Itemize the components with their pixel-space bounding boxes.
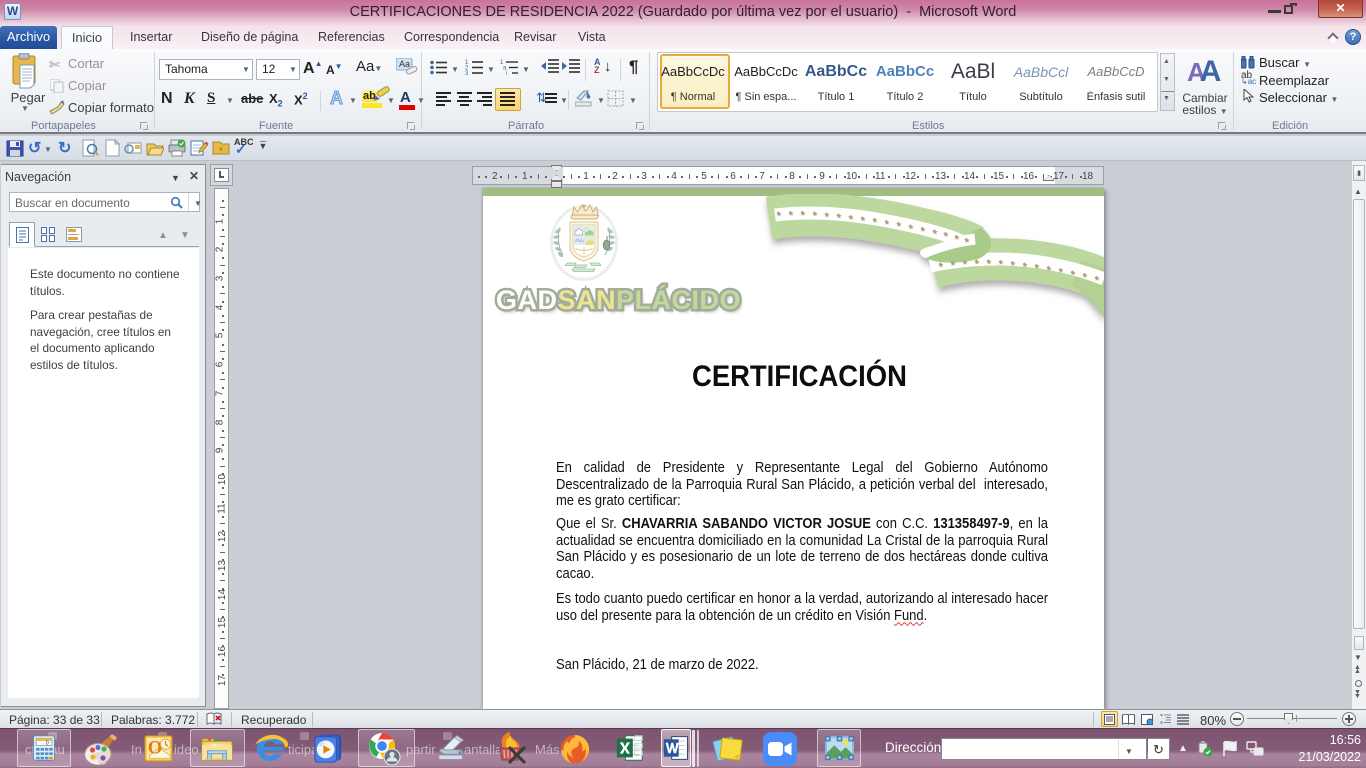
svg-text:i: i [506,71,507,75]
svg-text:Aa: Aa [399,59,410,69]
svg-text:O: O [148,738,163,759]
svg-text:3: 3 [465,71,469,75]
svg-text:0: 0 [46,741,49,747]
